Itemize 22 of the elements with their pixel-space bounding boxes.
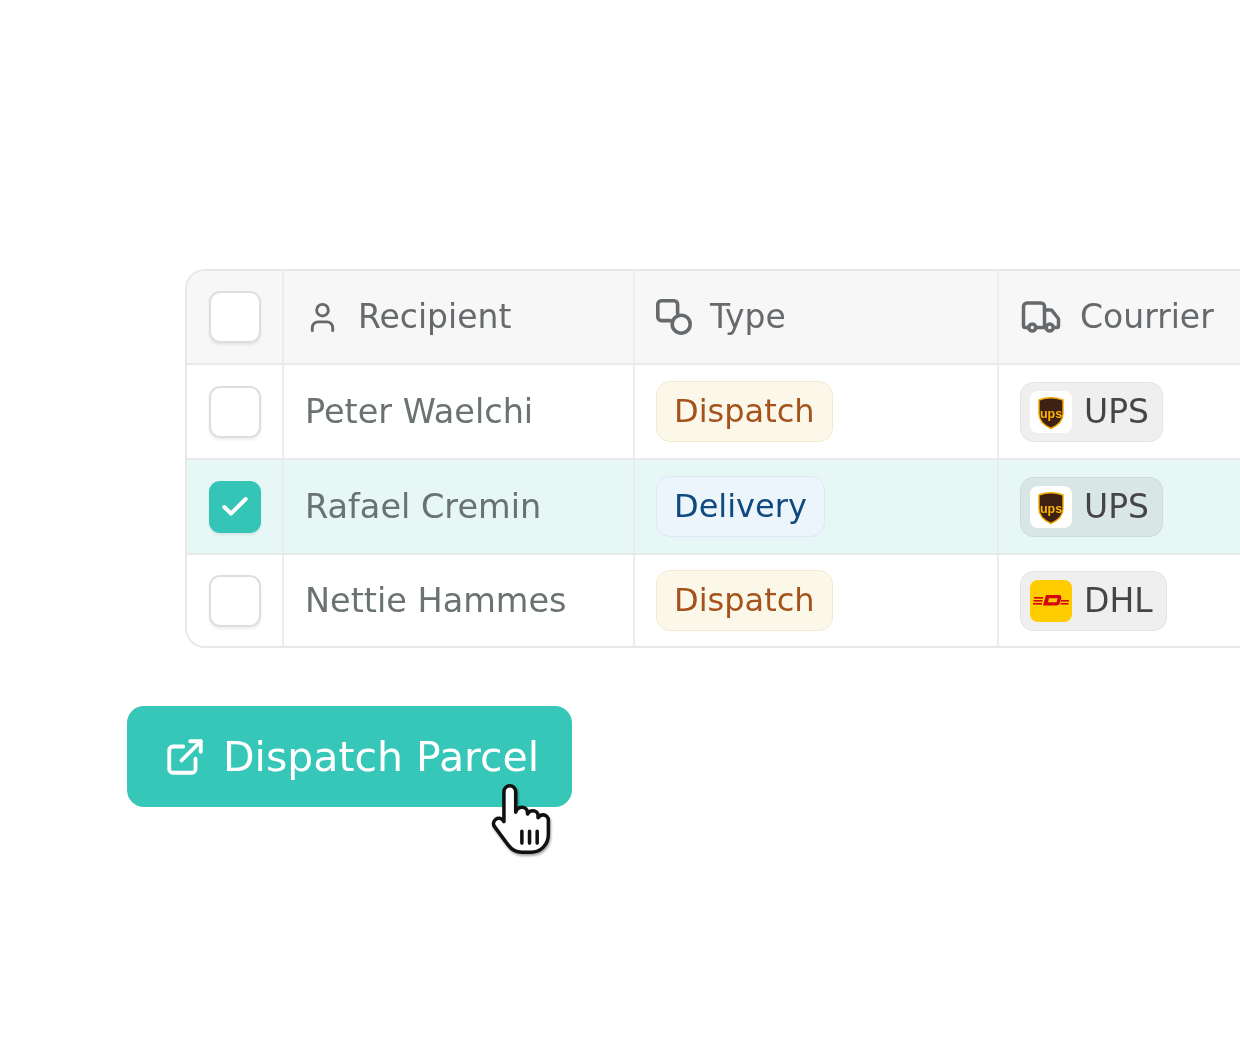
column-header: Recipient	[358, 297, 512, 337]
checkbox[interactable]	[208, 385, 261, 438]
shield-logo: ups	[1030, 390, 1072, 433]
shield-logo: ups	[1030, 485, 1072, 528]
courier-name: DHL	[1084, 580, 1153, 621]
type-tag: Dispatch	[656, 381, 833, 442]
courier-name: UPS	[1084, 486, 1149, 527]
table-row[interactable]: Rafael Cremin Delivery ups UPS	[187, 460, 1240, 555]
square-circle-icon	[656, 299, 692, 335]
column-header: Type	[710, 297, 786, 337]
recipient-name: Nettie Hammes	[305, 580, 567, 621]
checkbox[interactable]	[208, 291, 261, 343]
table-row[interactable]: Peter Waelchi Dispatch ups UPS	[187, 365, 1240, 460]
type-tag: Delivery	[656, 476, 825, 537]
stripes-logo-icon	[1030, 579, 1072, 622]
type-tag: Dispatch	[656, 570, 833, 631]
courier-name: UPS	[1084, 391, 1149, 432]
checkbox[interactable]	[208, 480, 261, 533]
column-header: Courrier	[1080, 297, 1214, 337]
recipient-name: Rafael Cremin	[305, 486, 542, 527]
recipient-name: Peter Waelchi	[305, 391, 534, 432]
checkbox[interactable]	[208, 574, 261, 627]
